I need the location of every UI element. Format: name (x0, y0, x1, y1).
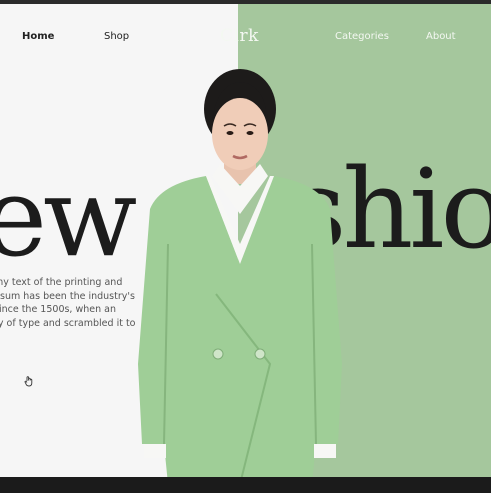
hero-description-line: ry of type and scrambled it to (0, 317, 136, 329)
jacket-button-2 (254, 348, 266, 360)
left-cuff (144, 444, 166, 458)
nav-categories[interactable]: Categories (335, 31, 389, 42)
left-eye (226, 131, 234, 135)
hero-page: ew shio Home Shop Clrk Categories About (0, 4, 491, 477)
hero-description-line: my text of the printing and (0, 277, 123, 288)
model-photo (138, 69, 342, 477)
hero-description: my text of the printing and psum has bee… (0, 276, 136, 344)
window-bottom-bar (0, 477, 491, 493)
nav-shop[interactable]: Shop (104, 31, 129, 42)
nav-home[interactable]: Home (22, 31, 54, 42)
hero-headline-left: ew (0, 153, 137, 281)
right-cuff (314, 444, 336, 458)
nav-about[interactable]: About (426, 31, 456, 42)
hero-description-line: since the 1500s, when an (0, 304, 116, 315)
right-eye (246, 131, 254, 135)
brand-logo[interactable]: Clrk (220, 26, 259, 46)
hero-description-line: . (0, 330, 134, 344)
hero-description-line: psum has been the industry's (0, 290, 135, 302)
jacket-button-1 (212, 348, 224, 360)
hand-pointer-icon (24, 376, 33, 387)
